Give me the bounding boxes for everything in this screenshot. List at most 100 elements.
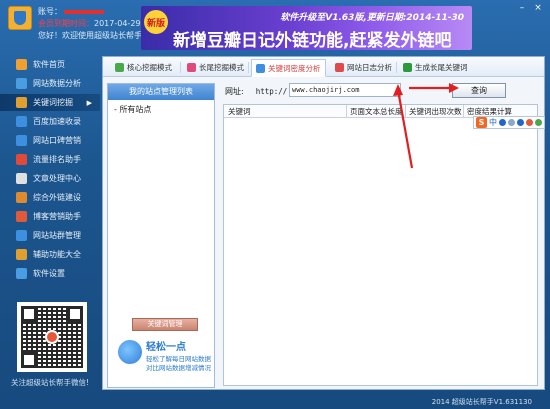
tree-item-label: 所有站点 [119, 105, 152, 114]
sidebar-item-label: 辅助功能大全 [33, 250, 81, 259]
cursor-click-icon [118, 340, 142, 364]
sidebar-item-label: 网站站群管理 [33, 231, 81, 240]
sidebar-item-label: 网站数据分析 [33, 79, 81, 88]
column-header[interactable]: 关键词 [228, 106, 251, 117]
sidebar: 软件首页 网站数据分析 关键词挖掘 ▶ 百度加速收录 网站口碑营销 流量排名助手 … [0, 56, 100, 296]
site-list-panel: 我的站点管理列表 - 所有站点 关键词管理 轻松一点 轻松了解每日网站数据 对比… [107, 83, 215, 388]
qr-finder [21, 352, 37, 368]
gear-icon [16, 268, 27, 279]
qr-finder [67, 306, 83, 322]
link-icon [16, 192, 27, 203]
tree-expander-icon[interactable]: - [114, 105, 117, 114]
chevron-right-icon: ▶ [86, 98, 92, 107]
sidebar-item-baidu-index[interactable]: 百度加速收录 [0, 113, 100, 130]
url-prefix: http:// [255, 86, 288, 96]
expiry-line: 会员到期时间：2017-04-29 [38, 19, 141, 29]
minimize-button[interactable]: – [516, 3, 528, 13]
column-separator[interactable] [463, 105, 464, 118]
shield-icon [14, 11, 26, 25]
tab-keyword-density[interactable]: 关键词密度分析 [251, 59, 326, 77]
new-badge: 新版 [144, 10, 168, 34]
tab-separator [180, 62, 181, 73]
sidebar-item-home[interactable]: 软件首页 [0, 56, 100, 73]
app-logo [8, 6, 32, 30]
ime-toolbar[interactable]: S 中 [473, 116, 545, 129]
column-header[interactable]: 页面文本总长度 [350, 106, 403, 117]
sidebar-item-keyword-mining[interactable]: 关键词挖掘 ▶ [0, 94, 100, 111]
window-controls: – × [516, 3, 544, 13]
column-separator[interactable] [346, 105, 347, 118]
tab-label: 生成长尾关键词 [415, 63, 468, 72]
update-banner[interactable]: 新版 软件升级至V1.63版,更新日期:2014-11-30 新增豆瓣日记外链功… [141, 6, 472, 50]
expiry-date: 2017-04-29 [94, 19, 141, 28]
welcome-text: 您好！欢迎使用超级站长帮手 [38, 31, 142, 40]
sidebar-item-label: 博客营销助手 [33, 212, 81, 221]
column-header[interactable]: 关键词出现次数 [409, 106, 462, 117]
tab-separator [396, 62, 397, 73]
sidebar-item-label: 关键词挖掘 [33, 98, 73, 107]
tab-separator [248, 62, 249, 73]
ime-mode[interactable]: 中 [489, 117, 497, 128]
sidebar-item-traffic-rank[interactable]: 流量排名助手 [0, 151, 100, 168]
sidebar-item-tools[interactable]: 辅助功能大全 [0, 246, 100, 263]
sogou-logo-icon: S [476, 117, 487, 128]
tree-item-all-sites[interactable]: - 所有站点 [108, 104, 214, 115]
easy-click-promo[interactable]: 轻松一点 轻松了解每日网站数据 对比网站数据增减情况 [118, 338, 214, 378]
version-status: 2014 超级站长帮手V1.631130 [431, 398, 532, 406]
qr-pattern [21, 306, 83, 368]
sidebar-item-label: 综合外链建设 [33, 193, 81, 202]
sidebar-item-data-analysis[interactable]: 网站数据分析 [0, 75, 100, 92]
tab-label: 网站日志分析 [347, 63, 392, 72]
sidebar-item-label: 软件首页 [33, 60, 65, 69]
close-button[interactable]: × [532, 3, 544, 13]
tab-label: 长尾挖掘模式 [199, 63, 244, 72]
keyboard-icon[interactable] [517, 119, 524, 126]
skin-icon[interactable] [526, 119, 533, 126]
home-icon [16, 59, 27, 70]
banner-version-text: 软件升级至V1.63版,更新日期:2014-11-30 [280, 13, 464, 23]
main-panel: 核心挖掘模式 长尾挖掘模式 关键词密度分析 网站日志分析 生成长尾关键词 我的站… [102, 56, 545, 390]
rank-icon [16, 154, 27, 165]
moon-icon[interactable] [499, 119, 506, 126]
tab-generate-longtail[interactable]: 生成长尾关键词 [399, 59, 472, 76]
tab-icon [187, 63, 196, 72]
tab-icon [256, 63, 265, 73]
expiry-label: 会员到期时间： [38, 19, 94, 28]
sidebar-item-settings[interactable]: 软件设置 [0, 265, 100, 282]
sidebar-item-label: 文章处理中心 [33, 174, 81, 183]
keyword-manage-button[interactable]: 关键词管理 [132, 318, 198, 331]
query-button[interactable]: 查询 [452, 83, 506, 98]
sidebar-item-backlinks[interactable]: 综合外链建设 [0, 189, 100, 206]
wechat-qr-code [17, 302, 87, 372]
chart-icon [16, 78, 27, 89]
tab-icon [403, 63, 412, 72]
results-table: 关键词 页面文本总长度 关键词出现次数 密度结果计算 [223, 104, 538, 386]
sites-icon [16, 230, 27, 241]
tab-bar: 核心挖掘模式 长尾挖掘模式 关键词密度分析 网站日志分析 生成长尾关键词 [103, 57, 544, 77]
account-line: 账号： [38, 7, 104, 17]
tab-core-mining[interactable]: 核心挖掘模式 [111, 59, 176, 76]
sidebar-item-blog-marketing[interactable]: 博客营销助手 [0, 208, 100, 225]
tab-label: 关键词密度分析 [268, 63, 321, 73]
sidebar-item-reputation[interactable]: 网站口碑营销 [0, 132, 100, 149]
doc-icon [16, 173, 27, 184]
qr-logo-icon [45, 330, 59, 344]
qr-caption: 关注超级站长帮手微信! [10, 378, 89, 387]
account-label: 账号： [38, 7, 62, 16]
url-row: 网址: http:// [225, 84, 287, 98]
blog-icon [16, 211, 27, 222]
column-separator[interactable] [405, 105, 406, 118]
toolbox-icon[interactable] [535, 119, 542, 126]
banner-headline: 新增豆瓣日记外链功能,赶紧发外链吧 [173, 31, 452, 50]
rocket-icon [16, 116, 27, 127]
tab-longtail-mining[interactable]: 长尾挖掘模式 [183, 59, 248, 76]
promo-line: 对比网站数据增减情况 [146, 364, 211, 372]
megaphone-icon [16, 135, 27, 146]
tab-log-analysis[interactable]: 网站日志分析 [331, 59, 396, 76]
punctuation-icon[interactable] [508, 119, 515, 126]
sidebar-item-article-center[interactable]: 文章处理中心 [0, 170, 100, 187]
sidebar-item-site-group[interactable]: 网站站群管理 [0, 227, 100, 244]
tools-icon [16, 249, 27, 260]
key-icon [16, 97, 27, 108]
url-input[interactable]: www.chaojirj.com [289, 83, 401, 97]
